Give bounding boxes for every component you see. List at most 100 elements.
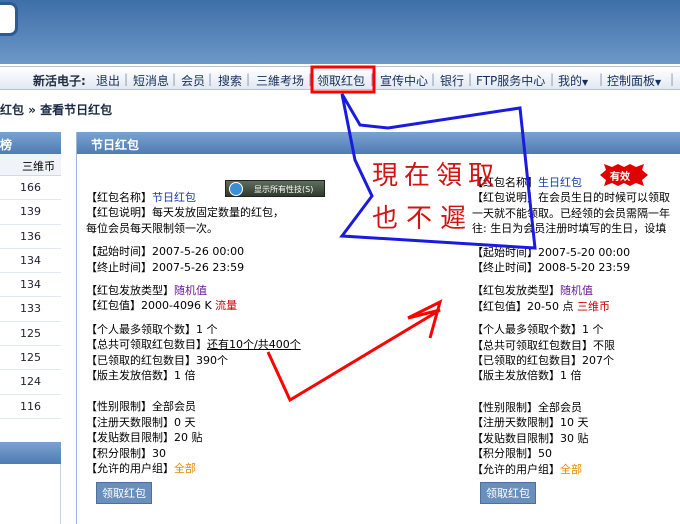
nav-separator: | — [246, 72, 251, 86]
sidebar-panel-2-header — [0, 442, 61, 464]
field-label: 【已领取的红包数目】 — [472, 354, 582, 368]
field-label: 【总共可领取红包数目】 — [86, 338, 207, 352]
gender-limit: 全部会员 — [152, 400, 196, 414]
right-redpacket-details: 【红包名称】生日红包 【红包说明】在会员生日的时候可以领取 一天就不能领取。已经… — [472, 175, 670, 477]
moderator-multiplier: 1 倍 — [560, 369, 582, 383]
nav-search[interactable]: 搜索 — [218, 72, 242, 89]
nav-brand: 新活电子: — [33, 74, 86, 88]
field-label: 【红包值】 — [472, 299, 527, 313]
claim-redpacket-button[interactable]: 领取红包 — [96, 482, 152, 504]
site-header — [0, 0, 680, 64]
top-navbar: 新活电子: 退出 | 短消息 | 会员 | 搜索 | 三維考场 | 领取红包 |… — [0, 66, 680, 90]
nav-separator: | — [370, 72, 375, 86]
nav-redpacket[interactable]: 领取红包 — [317, 72, 365, 89]
sidebar-row: 166 — [0, 176, 61, 201]
redpacket-description: 每天发放固定数量的红包， — [152, 206, 284, 220]
nav-separator: | — [308, 72, 313, 86]
field-label: 【已领取的红包数目】 — [86, 353, 196, 367]
allowed-groups: 全部 — [560, 462, 582, 476]
post-count-limit: 30 贴 — [560, 431, 589, 445]
sidebar-row: 133 — [0, 297, 61, 322]
nav-separator: | — [670, 72, 675, 86]
nav-separator: | — [208, 72, 213, 86]
breadcrumb: 红包 » 查看节日红包 — [0, 103, 113, 117]
field-label: 【红包发放类型】 — [86, 284, 174, 298]
site-logo[interactable] — [0, 2, 18, 36]
globe-icon — [229, 182, 243, 196]
total-available: 还有10个/共400个 — [207, 338, 301, 352]
sidebar-row: 136 — [0, 225, 61, 249]
nav-control-panel[interactable]: 控制面板▼ — [607, 72, 661, 89]
redpacket-value: 2000-4096 K — [141, 299, 212, 313]
nav-bank[interactable]: 银行 — [440, 72, 464, 89]
field-label: 【允许的用户组】 — [472, 462, 560, 476]
sidebar-row: 124 — [0, 370, 61, 395]
score-limit: 30 — [152, 446, 166, 460]
nav-promo[interactable]: 宣传中心 — [380, 72, 428, 89]
tooltip-popup: 显示所有性技(S) — [225, 180, 325, 197]
end-time: 2007-5-26 23:59 — [152, 260, 245, 274]
field-label: 【注册天数限制】 — [472, 416, 560, 430]
end-time: 2008-5-20 23:59 — [538, 261, 631, 275]
start-time: 2007-5-20 00:00 — [538, 245, 631, 259]
left-redpacket-details: 【红包名称】节日红包 【红包说明】每天发放固定数量的红包， 每位会员每天限制领一… — [86, 190, 301, 477]
redpacket-name: 节日红包 — [152, 191, 196, 204]
gender-limit: 全部会员 — [538, 400, 582, 414]
field-label: 【总共可领取红包数目】 — [472, 338, 593, 352]
field-label: 【红包说明】 — [472, 191, 538, 205]
field-label: 【红包名称】 — [86, 191, 152, 204]
claim-redpacket-button[interactable]: 领取红包 — [480, 482, 536, 504]
field-label: 【起始时间】 — [86, 245, 152, 259]
nav-separator: | — [124, 72, 129, 86]
nav-separator: | — [431, 72, 436, 86]
field-label: 【个人最多领取个数】 — [86, 322, 196, 336]
redpacket-description-cont: 一天就不能领取。已经领的会员需隔一年 — [472, 206, 670, 220]
register-days-limit: 0 天 — [174, 415, 196, 429]
register-days-limit: 10 天 — [560, 416, 589, 430]
field-label: 【红包值】 — [86, 299, 141, 313]
field-label: 【起始时间】 — [472, 245, 538, 259]
nav-control-panel-label: 控制面板 — [607, 74, 656, 88]
annotation-text-line2: 也不遲 — [372, 204, 475, 234]
badge-label: 有效 — [610, 172, 630, 183]
chevron-down-icon: ▼ — [582, 78, 589, 87]
distribution-type: 随机值 — [174, 284, 207, 298]
nav-messages[interactable]: 短消息 — [133, 72, 169, 89]
sidebar-row: 125 — [0, 322, 61, 347]
nav-separator: | — [468, 72, 473, 86]
field-label: 【版主发放倍数】 — [472, 369, 560, 383]
field-label: 【红包说明】 — [86, 206, 152, 220]
field-label: 【版主发放倍数】 — [86, 369, 174, 383]
valid-badge: 有效 — [600, 164, 648, 186]
sidebar-column-header: 三维币 — [0, 154, 61, 176]
nav-mine-label: 我的 — [558, 74, 583, 88]
field-label: 【积分限制】 — [86, 446, 152, 460]
field-label: 【红包发放类型】 — [472, 284, 560, 298]
annotation-text-line1: 現在領取 — [372, 161, 501, 191]
nav-exam[interactable]: 三維考场 — [256, 72, 304, 89]
field-label: 【终止时间】 — [472, 261, 538, 275]
sidebar-row: 134 — [0, 273, 61, 298]
sidebar-row: 139 — [0, 200, 61, 225]
field-label: 【个人最多领取个数】 — [472, 323, 582, 337]
redpacket-name: 生日红包 — [538, 176, 582, 189]
distribution-type: 随机值 — [560, 284, 593, 298]
chevron-down-icon: ▼ — [655, 78, 662, 87]
redpacket-description-cont: 往: 生日为会员注册时填写的生日，设填 — [472, 222, 667, 236]
sidebar-row: 134 — [0, 249, 61, 274]
max-per-user: 1 个 — [582, 323, 604, 337]
allowed-groups: 全部 — [174, 462, 196, 476]
redpacket-value: 20-50 点 — [527, 299, 574, 313]
nav-ftp[interactable]: FTP服务中心 — [476, 72, 545, 89]
nav-members[interactable]: 会员 — [181, 72, 205, 89]
claimed-count: 390个 — [196, 353, 228, 367]
redpacket-description-cont: 每位会员每天限制领一次。 — [86, 221, 218, 235]
nav-separator: | — [599, 72, 604, 86]
sidebar-row: 125 — [0, 346, 61, 371]
nav-mine[interactable]: 我的▼ — [558, 72, 588, 89]
value-unit: 三维币 — [576, 299, 610, 313]
ranking-sidebar: 榜 三维币 166 139 136 134 134 133 125 125 12… — [0, 132, 61, 524]
nav-logout[interactable]: 退出 — [96, 72, 120, 89]
field-label: 【积分限制】 — [472, 447, 538, 461]
field-label: 【发贴数目限制】 — [472, 431, 560, 445]
